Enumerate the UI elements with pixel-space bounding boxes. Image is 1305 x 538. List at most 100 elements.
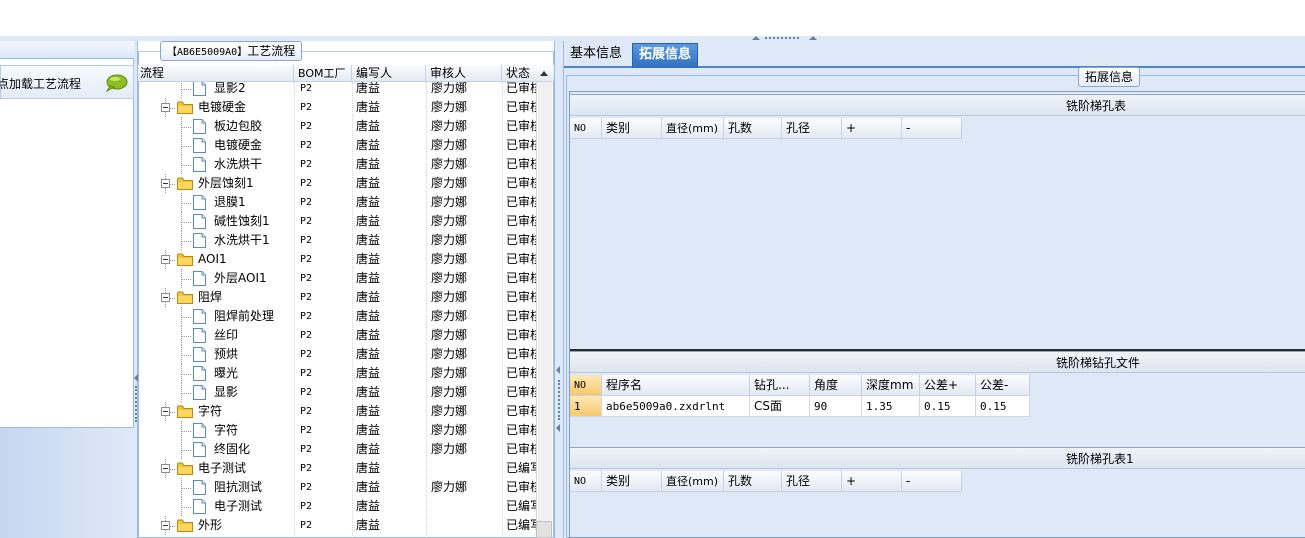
- load-process-item[interactable]: 点加载工艺流程: [0, 65, 134, 99]
- cell-no[interactable]: 1: [570, 396, 602, 417]
- reviewer-name: 廖力娜: [431, 82, 468, 95]
- col-header-bom[interactable]: BOM工厂: [294, 65, 352, 82]
- middle-splitter[interactable]: [554, 41, 564, 538]
- tree-row[interactable]: 丝印 P2 唐益 廖力娜 已审核: [138, 326, 536, 345]
- col-diameter[interactable]: 直径(mm): [662, 471, 724, 492]
- tree-row[interactable]: AOI1 P2 唐益 廖力娜 已审核: [138, 250, 536, 269]
- author-name: 唐益: [356, 347, 381, 361]
- col-header-status[interactable]: 状态: [502, 65, 536, 82]
- tree-connector: [181, 127, 191, 128]
- folder-icon: [177, 291, 193, 304]
- tree-row[interactable]: 阻焊 P2 唐益 廖力娜 已审核: [138, 288, 536, 307]
- tree-row[interactable]: 阻焊前处理 P2 唐益 廖力娜 已审核: [138, 307, 536, 326]
- tree-row[interactable]: 电子测试 P2 唐益 已编写: [138, 459, 536, 478]
- tree-row[interactable]: 字符 P2 唐益 廖力娜 已审核: [138, 421, 536, 440]
- tree-row[interactable]: 电子测试 P2 唐益 已编写: [138, 497, 536, 516]
- tree-row[interactable]: 水洗烘干1 P2 唐益 廖力娜 已审核: [138, 231, 536, 250]
- tree-row[interactable]: 水洗烘干 P2 唐益 廖力娜 已审核: [138, 155, 536, 174]
- step-hole-table-title: 铣阶梯孔表: [570, 94, 1305, 116]
- col-hole-count[interactable]: 孔数: [724, 118, 782, 139]
- vertical-scrollbar[interactable]: [536, 82, 552, 538]
- legend-text: 工艺流程: [247, 44, 296, 58]
- tree-row[interactable]: 电镀硬金 P2 唐益 廖力娜 已审核: [138, 98, 536, 117]
- tree-row[interactable]: 曝光 P2 唐益 廖力娜 已审核: [138, 364, 536, 383]
- tree-row[interactable]: 终固化 P2 唐益 廖力娜 已审核: [138, 440, 536, 459]
- vertical-grip-icon[interactable]: [135, 386, 137, 422]
- collapse-toggle-icon[interactable]: [161, 407, 170, 416]
- col-program-name[interactable]: 程序名: [602, 375, 750, 396]
- col-category[interactable]: 类别: [602, 471, 662, 492]
- tab-extended-info[interactable]: 拓展信息: [632, 43, 699, 68]
- folder-icon: [177, 462, 193, 475]
- collapse-toggle-icon[interactable]: [161, 103, 170, 112]
- col-minus[interactable]: -: [902, 118, 962, 139]
- col-depth[interactable]: 深度mm: [862, 375, 920, 396]
- col-category[interactable]: 类别: [602, 118, 662, 139]
- cell-tolerance-minus[interactable]: 0.15: [976, 396, 1030, 417]
- process-name: 电子测试: [198, 461, 247, 475]
- col-header-reviewer[interactable]: 审核人: [426, 65, 502, 82]
- col-header-process[interactable]: 流程: [138, 65, 294, 82]
- cell-program-name[interactable]: ab6e5009a0.zxdrlnt: [602, 396, 750, 417]
- status-text: 已审核: [506, 119, 536, 133]
- splitter-grip-icon[interactable]: [765, 37, 799, 39]
- tree-row[interactable]: 字符 P2 唐益 廖力娜 已审核: [138, 402, 536, 421]
- author-name: 唐益: [356, 328, 381, 342]
- col-no[interactable]: NO: [570, 471, 602, 492]
- collapse-toggle-icon[interactable]: [161, 179, 170, 188]
- tree-row[interactable]: 电镀硬金 P2 唐益 廖力娜 已审核: [138, 136, 536, 155]
- col-no[interactable]: NO: [570, 375, 602, 396]
- collapse-left-icon[interactable]: [556, 424, 560, 432]
- bom-factory: P2: [300, 235, 313, 246]
- col-plus[interactable]: +: [842, 118, 902, 139]
- status-text: 已编写: [506, 518, 536, 532]
- reviewer-name: 廖力娜: [431, 404, 468, 418]
- vertical-grip-icon[interactable]: [558, 380, 560, 420]
- collapse-up-icon[interactable]: [752, 36, 760, 40]
- col-hole-size[interactable]: 孔径: [782, 471, 842, 492]
- collapse-toggle-icon[interactable]: [161, 255, 170, 264]
- tree-row[interactable]: 外层AOI1 P2 唐益 廖力娜 已审核: [138, 269, 536, 288]
- tree-row[interactable]: 外层蚀刻1 P2 唐益 廖力娜 已审核: [138, 174, 536, 193]
- col-drill-side[interactable]: 钻孔...: [750, 375, 810, 396]
- tree-row[interactable]: 阻抗测试 P2 唐益 廖力娜 已审核: [138, 478, 536, 497]
- document-icon: [193, 347, 206, 362]
- tree-row[interactable]: 显影 P2 唐益 廖力娜 已审核: [138, 383, 536, 402]
- col-header-author[interactable]: 编写人: [352, 65, 426, 82]
- collapse-toggle-icon[interactable]: [161, 293, 170, 302]
- col-hole-count[interactable]: 孔数: [724, 471, 782, 492]
- tree-row[interactable]: 显影2 P2 唐益 廖力娜 已审核: [138, 82, 536, 98]
- bom-factory: P2: [300, 121, 313, 132]
- col-angle[interactable]: 角度: [810, 375, 862, 396]
- scroll-up-icon[interactable]: [540, 71, 548, 76]
- collapse-toggle-icon[interactable]: [161, 464, 170, 473]
- col-minus[interactable]: -: [902, 471, 962, 492]
- collapse-up-icon[interactable]: [809, 36, 817, 40]
- status-text: 已审核: [506, 252, 536, 266]
- tab-basic-info[interactable]: 基本信息: [564, 43, 628, 68]
- cell-depth[interactable]: 1.35: [862, 396, 920, 417]
- cell-tolerance-plus[interactable]: 0.15: [920, 396, 976, 417]
- cell-drill-side[interactable]: CS面: [750, 396, 810, 417]
- process-name: AOI1: [198, 252, 227, 266]
- collapse-left-icon[interactable]: [556, 366, 560, 374]
- tree-row[interactable]: 外形 P2 唐益 已编写: [138, 516, 536, 535]
- col-diameter[interactable]: 直径(mm): [662, 118, 724, 139]
- col-no[interactable]: NO: [570, 118, 602, 139]
- col-tolerance-plus[interactable]: 公差+: [920, 375, 976, 396]
- reviewer-name: 廖力娜: [431, 271, 468, 285]
- col-plus[interactable]: +: [842, 471, 902, 492]
- tree-connector: [181, 317, 191, 318]
- tree-row[interactable]: 预烘 P2 唐益 廖力娜 已审核: [138, 345, 536, 364]
- scrollbar-thumb[interactable]: [536, 521, 552, 538]
- cell-angle[interactable]: 90: [810, 396, 862, 417]
- col-tolerance-minus[interactable]: 公差-: [976, 375, 1030, 396]
- tree-row[interactable]: 板边包胶 P2 唐益 廖力娜 已审核: [138, 117, 536, 136]
- collapse-toggle-icon[interactable]: [161, 521, 170, 530]
- status-text: 已审核: [506, 100, 536, 114]
- process-grid-header: 流程 BOM工厂 编写人 审核人 状态: [138, 65, 554, 82]
- tree-row[interactable]: 碱性蚀刻1 P2 唐益 廖力娜 已审核: [138, 212, 536, 231]
- tree-row[interactable]: 退膜1 P2 唐益 廖力娜 已审核: [138, 193, 536, 212]
- bom-factory: P2: [300, 330, 313, 341]
- col-hole-size[interactable]: 孔径: [782, 118, 842, 139]
